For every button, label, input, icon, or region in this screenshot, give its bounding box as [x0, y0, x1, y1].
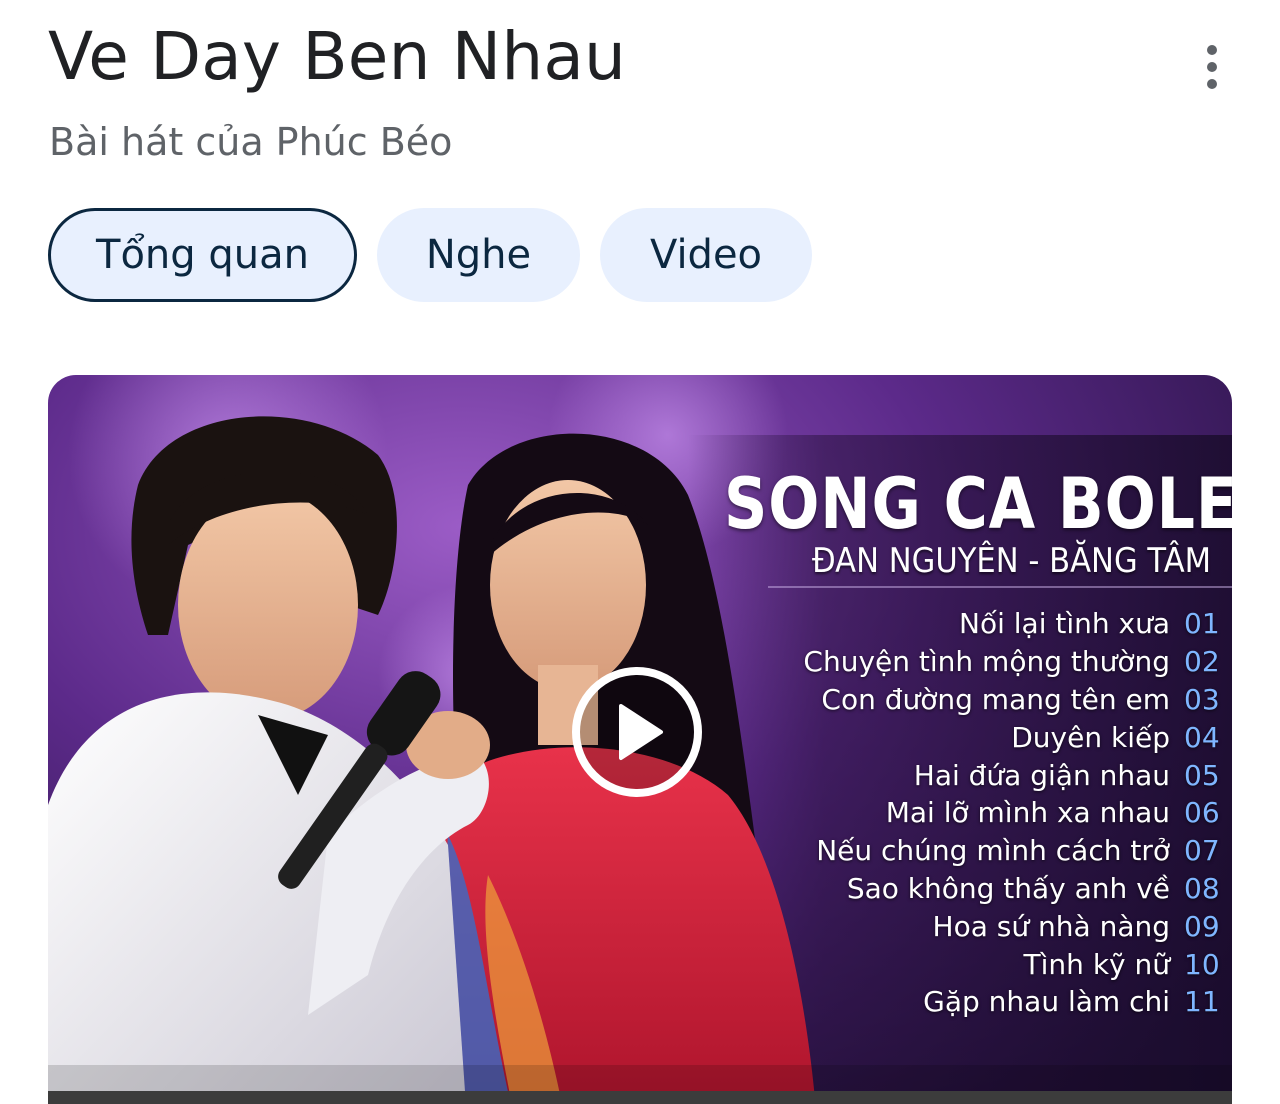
song-title: Ve Day Ben Nhau — [48, 18, 627, 95]
track-name: Nếu chúng mình cách trở — [816, 834, 1170, 868]
track-name: Chuyện tình mộng thường — [803, 645, 1170, 679]
track-name: Con đường mang tên em — [821, 682, 1170, 716]
track-number: 10 — [1184, 947, 1220, 981]
track-number: 01 — [1184, 607, 1220, 641]
thumbnail-headline: SONG CA BOLERO — [724, 463, 1232, 545]
list-item: Nếu chúng mình cách trở 07 — [803, 832, 1220, 870]
track-name: Duyên kiếp — [1011, 720, 1170, 754]
track-number: 07 — [1184, 834, 1220, 868]
track-number: 05 — [1184, 758, 1220, 792]
video-progress-strip — [48, 1091, 1232, 1104]
track-number: 08 — [1184, 871, 1220, 905]
list-item: Hai đứa giận nhau 05 — [803, 756, 1220, 794]
track-number: 09 — [1184, 909, 1220, 943]
track-number: 02 — [1184, 645, 1220, 679]
thumbnail-tracklist: Nối lại tình xưa 01 Chuyện tình mộng thườ… — [803, 605, 1220, 1021]
list-item: Gặp nhau làm chi 11 — [803, 983, 1220, 1021]
thumbnail-artists: ĐAN NGUYÊN - BĂNG TÂM — [812, 541, 1212, 581]
tab-bar: Tổng quan Nghe Video — [48, 208, 812, 302]
track-name: Sao không thấy anh về — [846, 871, 1170, 905]
track-name: Tình kỹ nữ — [1023, 947, 1170, 981]
track-name: Nối lại tình xưa — [959, 607, 1170, 641]
more-dot — [1207, 62, 1217, 72]
track-name: Hai đứa giận nhau — [913, 758, 1170, 792]
list-item: Mai lỡ mình xa nhau 06 — [803, 794, 1220, 832]
more-dot — [1207, 45, 1217, 55]
track-number: 06 — [1184, 796, 1220, 830]
list-item: Chuyện tình mộng thường 02 — [803, 643, 1220, 681]
track-number: 11 — [1184, 985, 1220, 1019]
song-subtitle: Bài hát của Phúc Béo — [49, 120, 453, 164]
tab-listen[interactable]: Nghe — [377, 208, 580, 302]
track-name: Hoa sứ nhà nàng — [932, 909, 1170, 943]
list-item: Hoa sứ nhà nàng 09 — [803, 907, 1220, 945]
song-knowledge-panel: Ve Day Ben Nhau Bài hát của Phúc Béo Tổn… — [0, 0, 1280, 1104]
list-item: Nối lại tình xưa 01 — [803, 605, 1220, 643]
tab-video[interactable]: Video — [600, 208, 812, 302]
video-thumbnail[interactable]: SONG CA BOLERO ĐAN NGUYÊN - BĂNG TÂM Nối… — [48, 375, 1232, 1104]
track-name: Gặp nhau làm chi — [923, 985, 1170, 1019]
list-item: Tình kỹ nữ 10 — [803, 945, 1220, 983]
more-options-icon[interactable] — [1188, 40, 1236, 94]
list-item: Sao không thấy anh về 08 — [803, 870, 1220, 908]
play-icon[interactable] — [572, 667, 702, 797]
track-name: Mai lỡ mình xa nhau — [885, 796, 1170, 830]
more-dot — [1207, 79, 1217, 89]
track-number: 03 — [1184, 682, 1220, 716]
track-number: 04 — [1184, 720, 1220, 754]
list-item: Con đường mang tên em 03 — [803, 681, 1220, 719]
list-item: Duyên kiếp 04 — [803, 718, 1220, 756]
tab-overview[interactable]: Tổng quan — [48, 208, 357, 302]
play-triangle-icon — [619, 704, 663, 760]
